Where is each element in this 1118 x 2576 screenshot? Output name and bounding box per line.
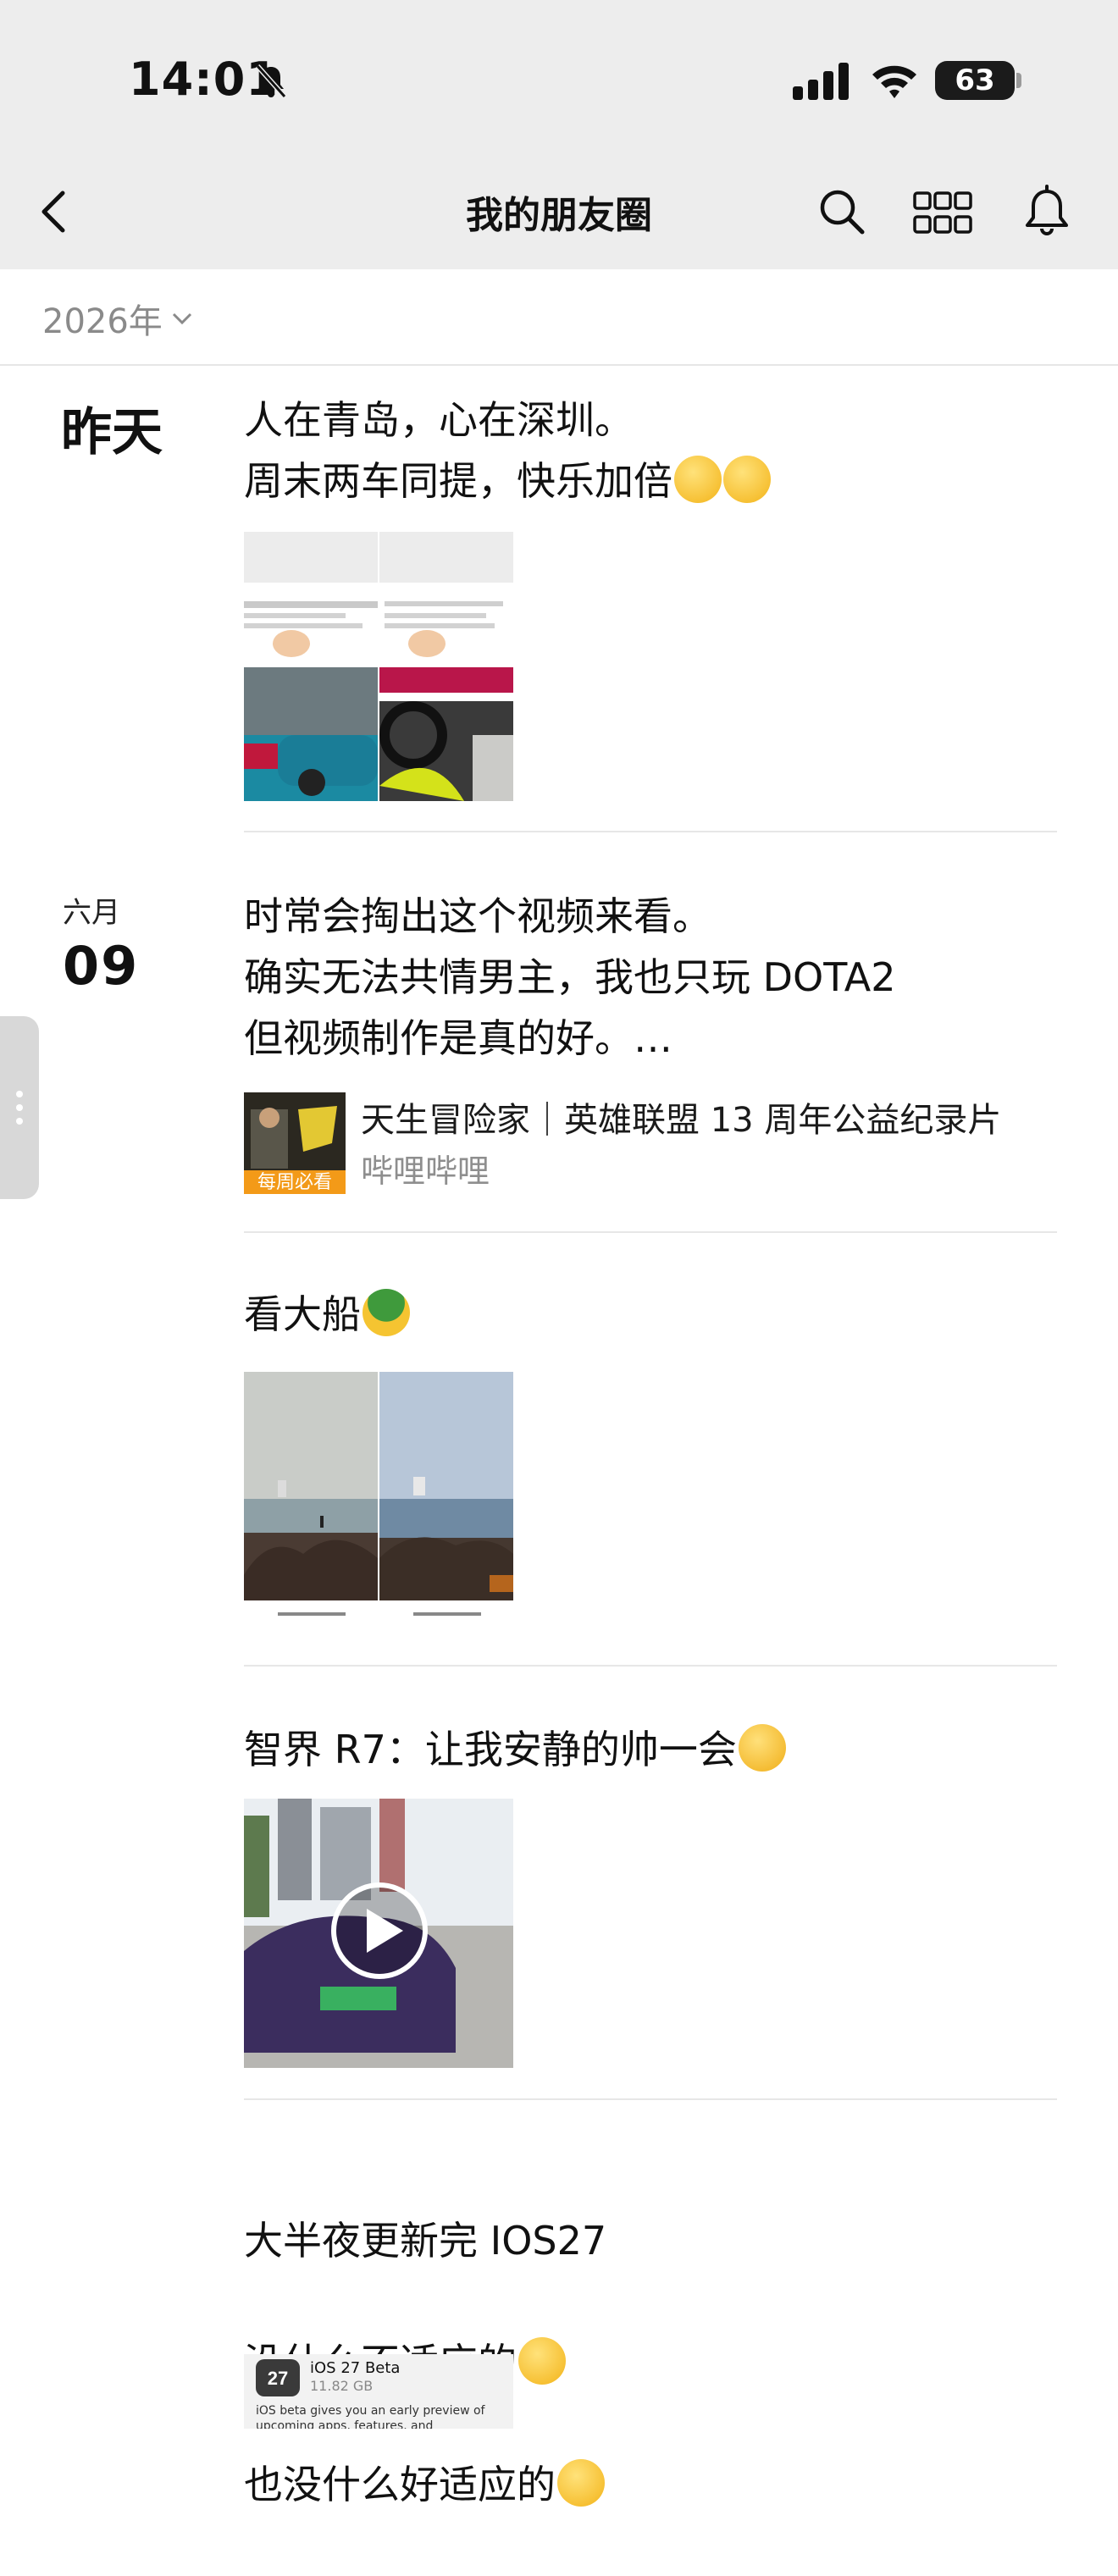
- ios-card-desc: iOS beta gives you an early preview of u…: [256, 2404, 485, 2429]
- purple-car-video-thumb: [244, 1799, 456, 2053]
- post-line: 也没什么好适应的: [244, 2454, 1057, 2515]
- post-text[interactable]: 时常会掏出这个视频来看。 确实无法共情男主，我也只玩 DOTA2 但视频制作是真…: [244, 886, 1057, 1069]
- post-text[interactable]: 看大船: [244, 1284, 1057, 1345]
- video-cover-thumb: 每周必看: [244, 1092, 346, 1194]
- sea-rocks-thumb: [244, 1480, 378, 1616]
- svg-text:27: 27: [268, 2368, 288, 2389]
- sea-ship-thumb: [379, 1477, 513, 1616]
- car-interior-thumb: [379, 601, 513, 801]
- car-lot-thumb: [244, 601, 378, 796]
- sea-rocks-photo[interactable]: [244, 1372, 378, 1639]
- shared-video-source: 哔哩哔哩: [361, 1153, 490, 1190]
- smile-emoji-icon: [518, 2337, 566, 2385]
- car-lot-photo[interactable]: [244, 532, 378, 801]
- cellular-signal-icon: [793, 63, 849, 100]
- shared-video-title: 天生冒险家｜英雄联盟 13 周年公益纪录片: [361, 1101, 1002, 1140]
- year-label: 2026年: [42, 302, 163, 341]
- weekly-must-watch-badge: 每周必看: [244, 1170, 346, 1194]
- grin-emoji-icon: [674, 456, 722, 503]
- notification-bell-button[interactable]: [1023, 185, 1071, 239]
- ios-card-size: 11.82 GB: [310, 2378, 374, 2394]
- bell-off-icon: [255, 64, 287, 98]
- grid-view-button[interactable]: [913, 191, 972, 235]
- battery-indicator: 63: [935, 61, 1015, 100]
- crying-laugh-emoji-icon: [557, 2459, 605, 2507]
- grin-emoji-icon: [723, 456, 771, 503]
- ios-update-card[interactable]: 27 iOS 27 Beta 11.82 GB iOS beta gives y…: [244, 2354, 513, 2429]
- sea-ship-photo[interactable]: [379, 1372, 513, 1639]
- date-month: 六月: [63, 896, 120, 930]
- post-text[interactable]: 智界 R7：让我安静的帅一会: [244, 1719, 1057, 1780]
- wifi-icon: [872, 65, 916, 98]
- ios-card-title: iOS 27 Beta: [310, 2359, 401, 2377]
- car-interior-photo[interactable]: [379, 532, 513, 801]
- search-button[interactable]: [816, 186, 867, 237]
- post-divider: [244, 1665, 1057, 1667]
- helmet-emoji-icon: [363, 1289, 410, 1336]
- date-day: 09: [63, 935, 140, 997]
- battery-tip: [1016, 73, 1021, 88]
- post-text[interactable]: 人在青岛，心在深圳。 周末两车同提，快乐加倍: [244, 390, 1057, 511]
- thinking-emoji-icon: [738, 1724, 786, 1772]
- chevron-down-icon: [172, 312, 191, 325]
- year-selector[interactable]: 2026年: [42, 295, 193, 342]
- date-yesterday: 昨天: [61, 403, 163, 462]
- post-divider: [244, 2098, 1057, 2100]
- more-dots-icon: [16, 1091, 23, 1125]
- battery-percent: 63: [955, 64, 995, 97]
- post-divider: [244, 1231, 1057, 1233]
- post-line: 大半夜更新完 IOS27: [244, 2218, 607, 2264]
- shared-video-card[interactable]: 每周必看 天生冒险家｜英雄联盟 13 周年公益纪录片 哔哩哔哩: [244, 1092, 1057, 1197]
- post-divider: [244, 831, 1057, 832]
- purple-car-video[interactable]: [244, 1799, 513, 2068]
